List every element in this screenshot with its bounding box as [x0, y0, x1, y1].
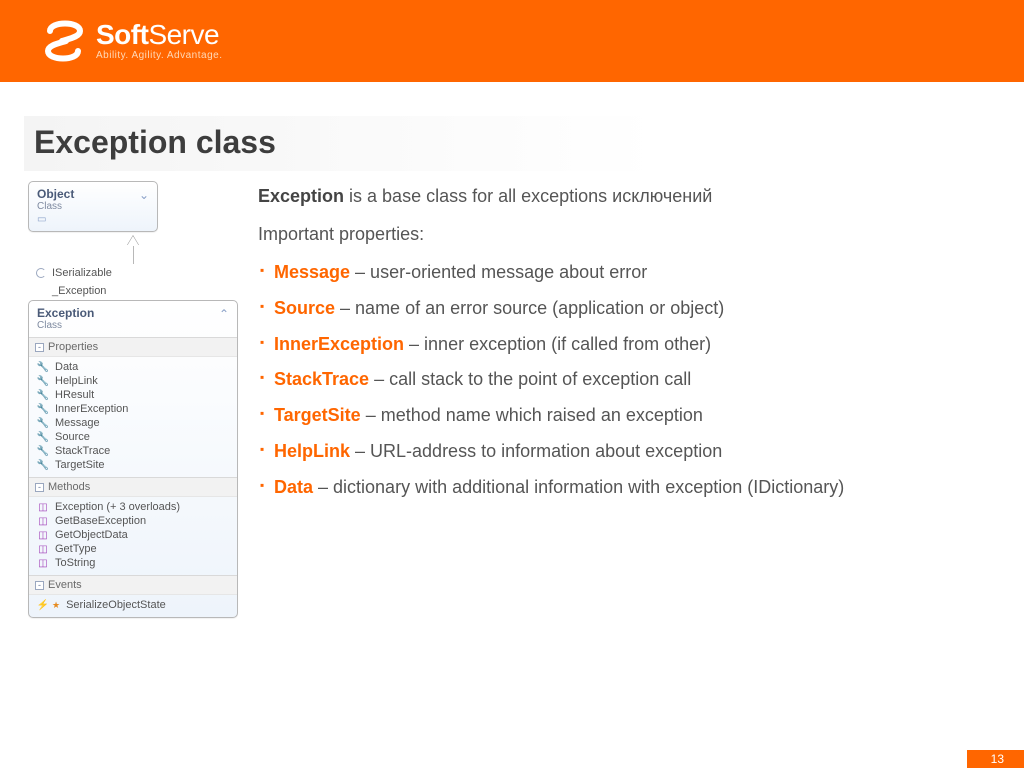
- wrench-icon: 🔧: [37, 361, 49, 373]
- property-item: StackTrace: [55, 445, 110, 457]
- property-item: Message: [55, 417, 100, 429]
- property-item: InnerException: [55, 403, 128, 415]
- brand-tagline: Ability. Agility. Advantage.: [96, 51, 222, 61]
- lightning-icon: ⚡: [37, 599, 49, 611]
- brand-logo: SoftServe Ability. Agility. Advantage.: [38, 15, 222, 67]
- method-icon: ◫: [37, 501, 49, 513]
- interface-label: ISerializable: [52, 267, 112, 279]
- wrench-icon: 🔧: [37, 445, 49, 457]
- property-bullets: Message – user-oriented message about er…: [258, 259, 1002, 502]
- bullet-term: Message: [274, 262, 350, 282]
- property-item: HResult: [55, 389, 94, 401]
- section-label-methods: Methods: [48, 481, 90, 493]
- brand-name-thin: Serve: [148, 19, 219, 50]
- exception-class-type: Class: [37, 320, 229, 331]
- wrench-icon: 🔧: [37, 417, 49, 429]
- wrench-icon: 🔧: [37, 375, 49, 387]
- bullet-term: InnerException: [274, 334, 404, 354]
- section-label-events: Events: [48, 579, 82, 591]
- inheritance-connector: [28, 236, 238, 264]
- bullet-desc: – call stack to the point of exception c…: [369, 369, 691, 389]
- object-class-name: Object: [37, 187, 149, 201]
- wrench-icon: 🔧: [37, 403, 49, 415]
- event-item: SerializeObjectState: [66, 599, 166, 611]
- exception-class-name: Exception: [37, 306, 229, 320]
- body-text: Exception is a base class for all except…: [258, 181, 1002, 622]
- bullet-desc: – inner exception (if called from other): [404, 334, 711, 354]
- intro-subhead: Important properties:: [258, 221, 1002, 249]
- interface-label: _Exception: [52, 285, 106, 297]
- method-item: GetBaseException: [55, 515, 146, 527]
- method-item: GetObjectData: [55, 529, 128, 541]
- method-item: GetType: [55, 543, 97, 555]
- property-item: HelpLink: [55, 375, 98, 387]
- brand-name: SoftServe: [96, 21, 222, 49]
- events-list: ⚡★ SerializeObjectState: [29, 595, 237, 617]
- method-icon: ◫: [37, 529, 49, 541]
- intro-rest: is a base class for all exceptions исклю…: [344, 186, 712, 206]
- compartment-handle-icon: ▭: [37, 214, 149, 225]
- bullet-term: TargetSite: [274, 405, 361, 425]
- collapse-toggle-icon[interactable]: -: [35, 581, 44, 590]
- property-item: Source: [55, 431, 90, 443]
- wrench-icon: 🔧: [37, 389, 49, 401]
- section-label-properties: Properties: [48, 341, 98, 353]
- method-icon: ◫: [37, 543, 49, 555]
- property-item: TargetSite: [55, 459, 105, 471]
- bullet-term: HelpLink: [274, 441, 350, 461]
- wrench-icon: 🔧: [37, 431, 49, 443]
- wrench-icon: 🔧: [37, 459, 49, 471]
- chevron-down-icon[interactable]: ⌄: [139, 188, 149, 202]
- class-diagram: Object Class ▭ ⌄ ISerializable _Exceptio…: [28, 181, 238, 622]
- slide-title: Exception class: [24, 116, 1000, 171]
- method-item: Exception (+ 3 overloads): [55, 501, 180, 513]
- bullet-desc: – method name which raised an exception: [361, 405, 703, 425]
- bullet-desc: – URL-address to information about excep…: [350, 441, 722, 461]
- page-number: 13: [967, 750, 1024, 768]
- method-item: ToString: [55, 557, 95, 569]
- collapse-toggle-icon[interactable]: -: [35, 483, 44, 492]
- property-item: Data: [55, 361, 78, 373]
- bullet-desc: – name of an error source (application o…: [335, 298, 724, 318]
- bullet-desc: – user-oriented message about error: [350, 262, 647, 282]
- bullet-desc: – dictionary with additional information…: [313, 477, 844, 497]
- properties-list: 🔧 Data 🔧 HelpLink 🔧 HResult 🔧 InnerException…: [29, 357, 237, 477]
- bullet-term: StackTrace: [274, 369, 369, 389]
- method-icon: ◫: [37, 557, 49, 569]
- methods-list: ◫ Exception (+ 3 overloads) ◫ GetBaseExcep…: [29, 497, 237, 575]
- chevron-up-icon[interactable]: ⌃: [219, 307, 229, 321]
- inheritance-arrow-icon: [127, 236, 139, 246]
- brand-name-bold: Soft: [96, 19, 148, 50]
- object-class-type: Class: [37, 201, 149, 212]
- star-icon: ★: [52, 600, 60, 611]
- top-header: SoftServe Ability. Agility. Advantage.: [0, 0, 1024, 82]
- interface-lollipop-icon: [36, 268, 46, 278]
- bullet-term: Data: [274, 477, 313, 497]
- method-icon: ◫: [37, 515, 49, 527]
- intro-lead: Exception: [258, 186, 344, 206]
- brand-mark-icon: [38, 15, 90, 67]
- bullet-term: Source: [274, 298, 335, 318]
- collapse-toggle-icon[interactable]: -: [35, 343, 44, 352]
